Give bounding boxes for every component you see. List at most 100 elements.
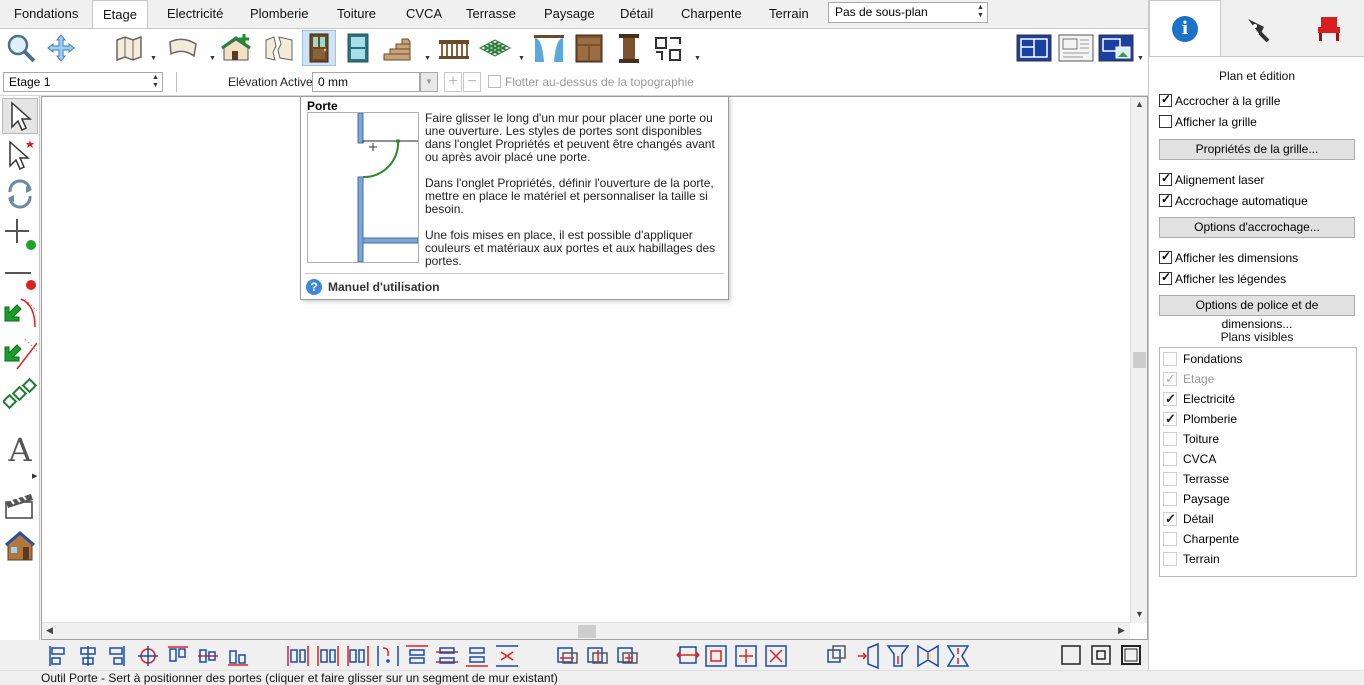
- tab-cvca[interactable]: CVCA: [396, 0, 452, 28]
- checkbox-checked[interactable]: [1163, 390, 1177, 408]
- checkbox[interactable]: [1163, 492, 1177, 506]
- visible-plan-item[interactable]: Electricité: [1163, 390, 1353, 410]
- checkbox-checked[interactable]: [1159, 270, 1172, 285]
- frame-thick-icon[interactable]: [1121, 645, 1141, 665]
- floor-plan-view-button[interactable]: [1014, 30, 1054, 66]
- distribute-v-bottom-icon[interactable]: [466, 647, 488, 667]
- distribute-v-spacing-icon[interactable]: [496, 645, 518, 667]
- distribute-h-icon[interactable]: [287, 646, 309, 666]
- frame-icon[interactable]: [1061, 645, 1081, 665]
- curtain-button[interactable]: [532, 30, 566, 66]
- tab-terrain[interactable]: Terrain: [759, 0, 819, 28]
- tab-fondations[interactable]: Fondations: [4, 0, 88, 28]
- help-icon[interactable]: ?: [306, 279, 322, 295]
- curve-wall-button[interactable]: [166, 30, 200, 66]
- scroll-right-icon[interactable]: ▶: [1118, 625, 1125, 636]
- fillet-button[interactable]: [2, 296, 38, 332]
- wall-tool-button[interactable]: [112, 30, 146, 66]
- reflect-center-icon[interactable]: [617, 647, 638, 664]
- visible-plan-item[interactable]: Terrasse: [1163, 470, 1353, 490]
- checkbox-checked[interactable]: [1163, 370, 1177, 388]
- stretch-top-icon[interactable]: [886, 645, 910, 667]
- stairs-tool-button[interactable]: [380, 30, 414, 66]
- visible-plan-item[interactable]: CVCA: [1163, 450, 1353, 470]
- camera-tool-button[interactable]: [2, 488, 38, 524]
- dropdown-arrow-icon[interactable]: ▼: [424, 55, 431, 62]
- laser-option[interactable]: Alignement laser: [1159, 171, 1264, 189]
- grid-properties-button[interactable]: Propriétés de la grille...: [1159, 139, 1355, 160]
- user-manual-link[interactable]: Manuel d'utilisation: [328, 280, 440, 294]
- dropdown-arrow-icon[interactable]: ▶: [32, 472, 37, 480]
- chamfer-button[interactable]: [2, 336, 38, 372]
- tab-info[interactable]: i: [1149, 0, 1221, 57]
- tab-terrasse[interactable]: Terrasse: [456, 0, 526, 28]
- vertical-scrollbar[interactable]: ▲ ▼: [1130, 97, 1147, 623]
- add-point-button[interactable]: [2, 216, 38, 252]
- scroll-up-icon[interactable]: ▲: [1135, 99, 1144, 109]
- delete-point-button[interactable]: [2, 256, 38, 292]
- scroll-thumb[interactable]: [1133, 352, 1146, 368]
- checkbox[interactable]: [1159, 115, 1172, 128]
- checkbox[interactable]: [1163, 452, 1177, 466]
- checkbox-checked[interactable]: [1159, 249, 1172, 264]
- show-labels-option[interactable]: Afficher les légendes: [1159, 270, 1286, 288]
- visible-plan-item[interactable]: Plomberie: [1163, 410, 1353, 430]
- visible-plan-item[interactable]: Paysage: [1163, 490, 1353, 510]
- stretch-hourglass-icon[interactable]: [946, 645, 970, 667]
- select-tool-button[interactable]: [2, 98, 38, 134]
- tab-electricite[interactable]: Electricité: [157, 0, 233, 28]
- visible-plan-item[interactable]: Détail: [1163, 510, 1353, 530]
- align-top-icon[interactable]: [168, 646, 188, 662]
- pan-button[interactable]: [44, 30, 78, 66]
- distribute-spacing-icon[interactable]: [377, 646, 399, 666]
- reflect-h-icon[interactable]: [557, 647, 578, 664]
- dropdown-arrow-icon[interactable]: ▼: [150, 55, 157, 62]
- tab-style[interactable]: [1221, 0, 1293, 56]
- copy-paste-icon[interactable]: [827, 645, 846, 663]
- tab-paysage[interactable]: Paysage: [534, 0, 605, 28]
- visible-plan-item[interactable]: Charpente: [1163, 530, 1353, 550]
- elevation-input[interactable]: 0 mm: [312, 72, 420, 92]
- align-bottom-icon[interactable]: [228, 650, 248, 666]
- railing-tool-button[interactable]: [437, 30, 471, 66]
- checkbox-checked[interactable]: [1163, 510, 1177, 528]
- checkbox-checked[interactable]: [1159, 171, 1172, 186]
- scroll-down-icon[interactable]: ▼: [1135, 609, 1144, 619]
- dropdown-arrow-icon[interactable]: ▼: [694, 55, 701, 62]
- zoom-button[interactable]: [4, 30, 38, 66]
- scroll-thumb[interactable]: [578, 625, 596, 638]
- distribute-v-top-icon[interactable]: [406, 645, 428, 664]
- tab-detail[interactable]: Détail: [610, 0, 663, 28]
- scroll-left-icon[interactable]: ◀: [46, 625, 53, 636]
- resize-fit-icon[interactable]: [705, 645, 727, 667]
- checkbox-checked[interactable]: [1159, 92, 1172, 107]
- resize-center-icon[interactable]: [735, 645, 757, 667]
- snap-options-button[interactable]: Options d'accrochage...: [1159, 217, 1355, 238]
- visible-plan-item[interactable]: Terrain: [1163, 550, 1353, 570]
- minus-icon[interactable]: −: [463, 72, 481, 92]
- align-center-both-icon[interactable]: [138, 646, 158, 666]
- distribute-right-icon[interactable]: [347, 646, 369, 666]
- plus-icon[interactable]: +: [444, 72, 462, 92]
- auto-snap-option[interactable]: Accrochage automatique: [1159, 192, 1308, 210]
- column-button[interactable]: [612, 30, 646, 66]
- cabinet-button[interactable]: [572, 30, 606, 66]
- tab-toiture[interactable]: Toiture: [327, 0, 386, 28]
- checkbox[interactable]: [1163, 432, 1177, 446]
- show-grid-option[interactable]: Afficher la grille: [1159, 115, 1257, 131]
- checkbox-checked[interactable]: [1159, 192, 1172, 207]
- font-dimension-options-button[interactable]: Options de police et de dimensions...: [1159, 295, 1355, 331]
- checkbox[interactable]: [1163, 532, 1177, 546]
- elevation-dropdown[interactable]: ▼: [420, 72, 438, 92]
- stretch-left-icon[interactable]: [858, 642, 879, 670]
- 3d-view-button[interactable]: [2, 528, 38, 564]
- reflect-v-icon[interactable]: [587, 647, 608, 664]
- visible-plan-item[interactable]: Fondations: [1163, 350, 1353, 370]
- layout-view-button[interactable]: [1056, 30, 1096, 66]
- stretch-both-icon[interactable]: [917, 644, 939, 668]
- elevation-view-button[interactable]: [1096, 30, 1136, 66]
- checkbox-checked[interactable]: [1163, 410, 1177, 428]
- door-tool-button[interactable]: [302, 30, 336, 66]
- tab-plomberie[interactable]: Plomberie: [240, 0, 319, 28]
- horizontal-scrollbar[interactable]: ◀ ▶: [42, 622, 1130, 639]
